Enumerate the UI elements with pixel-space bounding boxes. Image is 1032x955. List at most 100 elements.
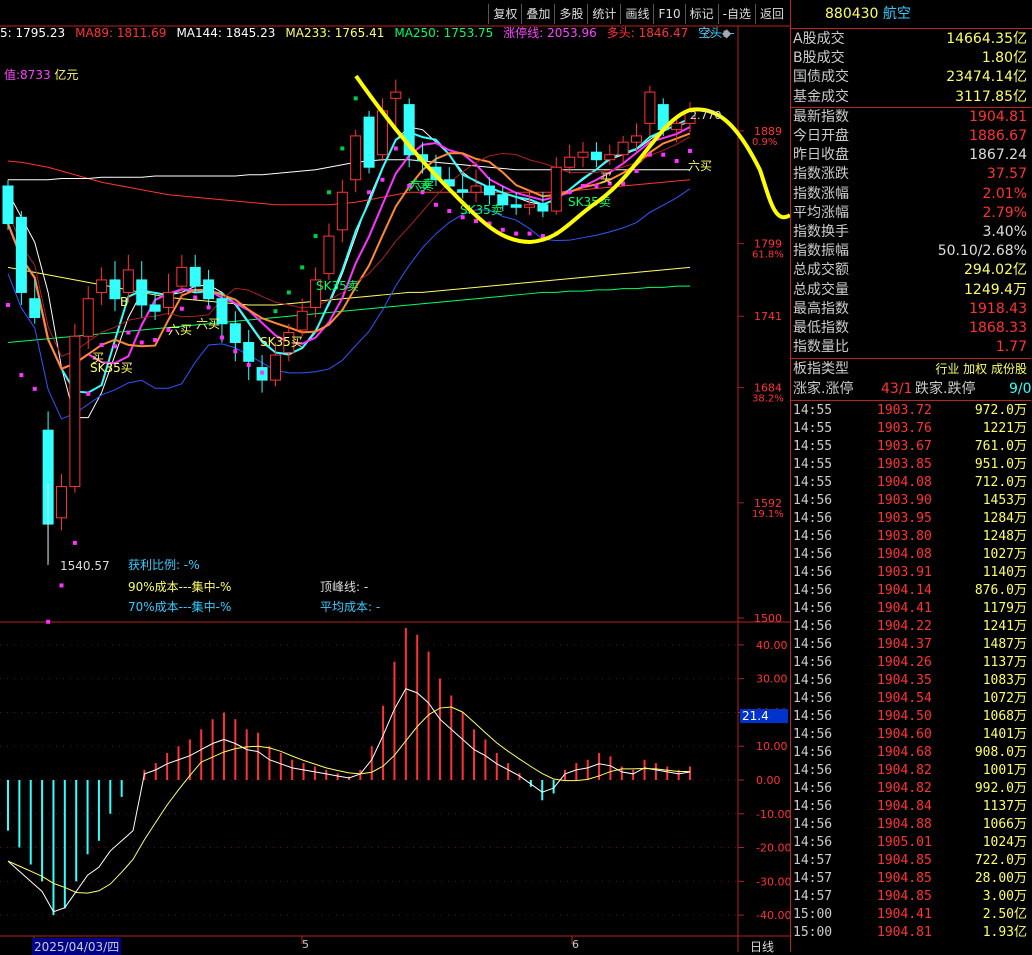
tick-price: 1904.85 <box>877 853 932 869</box>
sidebar-header: 880430 航空 <box>791 0 1032 29</box>
toolbar-button-1[interactable]: 叠加 <box>521 4 554 24</box>
tick-price: 1904.85 <box>877 889 932 905</box>
macd-tick-label: -20.00 <box>756 842 790 855</box>
trend-dot <box>661 152 666 157</box>
candle-body <box>82 298 94 337</box>
toolbar-button-7[interactable]: -自选 <box>717 4 755 24</box>
stat-value: 1867.24 <box>969 147 1027 164</box>
trend-dot <box>688 148 692 153</box>
board-type-value[interactable]: 行业 加权 成份股 <box>935 360 1027 378</box>
stat-row: 指数量比 1.77 <box>791 338 1031 356</box>
stat-label: 指数涨跌 <box>793 166 849 183</box>
tick-row: 14:56 1904.41 1179万 <box>791 600 1031 618</box>
toolbar-button-6[interactable]: 标记 <box>684 4 718 24</box>
tick-volume: 1024万 <box>982 835 1027 851</box>
low-price-label: 1540.57 <box>60 559 110 573</box>
tick-time: 15:00 <box>793 907 833 923</box>
stat-row: 平均涨幅 2.79% <box>791 204 1031 222</box>
macd-current-value: 21.4 <box>740 709 788 723</box>
tick-volume: 1001万 <box>982 763 1027 779</box>
stat-row: 总成交额 294.02亿 <box>791 261 1031 279</box>
stat-label: 最低指数 <box>793 320 849 336</box>
candle-body <box>631 135 643 143</box>
toolbar-button-5[interactable]: F10 <box>653 4 684 24</box>
tick-price: 1903.90 <box>877 493 932 509</box>
chart-menu-icon[interactable]: ◆ <box>722 26 731 40</box>
tick-row: 14:57 1904.85 722.0万 <box>791 852 1031 870</box>
stat-row: 总成交量 1249.4万 <box>791 281 1031 299</box>
toolbar-button-3[interactable]: 统计 <box>587 4 620 24</box>
tick-row: 14:56 1904.68 908.0万 <box>791 744 1031 762</box>
trend-dot <box>514 231 519 236</box>
tick-row: 15:00 1904.41 2.50亿 <box>791 906 1031 924</box>
candle-body <box>96 279 108 293</box>
candle-body <box>122 269 134 293</box>
tick-price: 1903.80 <box>877 529 932 545</box>
tick-time: 14:56 <box>793 655 833 671</box>
stat-row: 基金成交 3117.85亿 <box>791 88 1031 106</box>
candle-body <box>269 354 281 381</box>
stat-value: 1.77 <box>995 339 1027 356</box>
trend-dot <box>326 190 331 195</box>
tick-volume: 3.00万 <box>982 889 1027 905</box>
trend-dot <box>634 168 639 173</box>
tick-volume: 876.0万 <box>974 583 1027 599</box>
tick-volume: 992.0万 <box>974 781 1027 797</box>
tick-row: 14:57 1904.85 3.00万 <box>791 888 1031 906</box>
stat-row: 指数换手 3.40% <box>791 223 1031 241</box>
macd-tick-label: -30.00 <box>756 875 790 888</box>
tick-time: 14:56 <box>793 565 833 581</box>
tick-row: 14:56 1904.50 1068万 <box>791 708 1031 726</box>
tick-row: 14:56 1904.84 1137万 <box>791 798 1031 816</box>
tick-price: 1905.01 <box>877 835 932 851</box>
tick-row: 14:56 1904.08 1027万 <box>791 546 1031 564</box>
tick-price: 1904.88 <box>877 817 932 833</box>
value-label: 值:8733 亿元 <box>4 68 79 82</box>
tick-price: 1904.68 <box>877 745 932 761</box>
divider <box>791 400 1031 402</box>
candle-body <box>296 310 308 331</box>
trend-dot <box>126 330 131 335</box>
stat-row: 今日开盘 1886.67 <box>791 127 1031 145</box>
chart-diamond-icon[interactable]: ◇ <box>704 26 713 40</box>
trend-dot <box>340 146 345 151</box>
trend-dot <box>527 231 532 236</box>
tick-volume: 1027万 <box>982 547 1027 563</box>
tick-volume: 951.0万 <box>974 457 1027 473</box>
candle-body <box>203 279 215 300</box>
stat-row: 国债成交 23474.14亿 <box>791 68 1031 86</box>
index-name: 航空 <box>882 6 911 22</box>
period-label[interactable]: 日线 <box>750 938 774 955</box>
tick-price: 1903.91 <box>877 565 932 581</box>
stat-value: 3.40% <box>982 224 1027 240</box>
trend-dot <box>260 370 265 375</box>
stat-label: 基金成交 <box>793 88 849 105</box>
tick-price: 1904.08 <box>877 475 932 491</box>
toolbar-button-2[interactable]: 多股 <box>554 4 587 24</box>
tick-volume: 1453万 <box>982 493 1027 509</box>
tick-time: 14:55 <box>793 457 833 473</box>
board-type-row[interactable]: 板指类型 行业 加权 成份股 <box>791 360 1031 378</box>
ma-line-extra <box>7 188 691 420</box>
ma-legend-item: 涨停线: 2053.96 <box>503 26 597 40</box>
signal-label: 六卖 <box>408 179 432 193</box>
toolbar-button-4[interactable]: 画线 <box>620 4 653 24</box>
tick-price: 1904.37 <box>877 637 932 653</box>
tick-price: 1904.84 <box>877 799 932 815</box>
tick-row: 14:55 1903.85 951.0万 <box>791 456 1031 474</box>
stat-value: 50.10/2.68% <box>937 243 1027 260</box>
tick-time: 14:56 <box>793 637 833 653</box>
candle-body <box>390 91 402 99</box>
candle-body <box>176 266 188 287</box>
stat-row: 最新指数 1904.81 <box>791 108 1031 126</box>
toolbar-button-8[interactable]: 返回 <box>754 4 788 24</box>
tick-price: 1904.82 <box>877 781 932 797</box>
chart-canvas[interactable]: 18890.9%179961.8%1741168438.2%159219.1%1… <box>0 0 790 952</box>
tick-row: 14:56 1904.22 1241万 <box>791 618 1031 636</box>
tick-volume: 1066万 <box>982 817 1027 833</box>
signal-label: 买 <box>92 351 104 365</box>
toolbar-button-0[interactable]: 复权 <box>488 4 521 24</box>
trend-dot <box>99 343 104 348</box>
trend-dot <box>72 540 77 545</box>
tick-volume: 28.00万 <box>974 871 1027 887</box>
